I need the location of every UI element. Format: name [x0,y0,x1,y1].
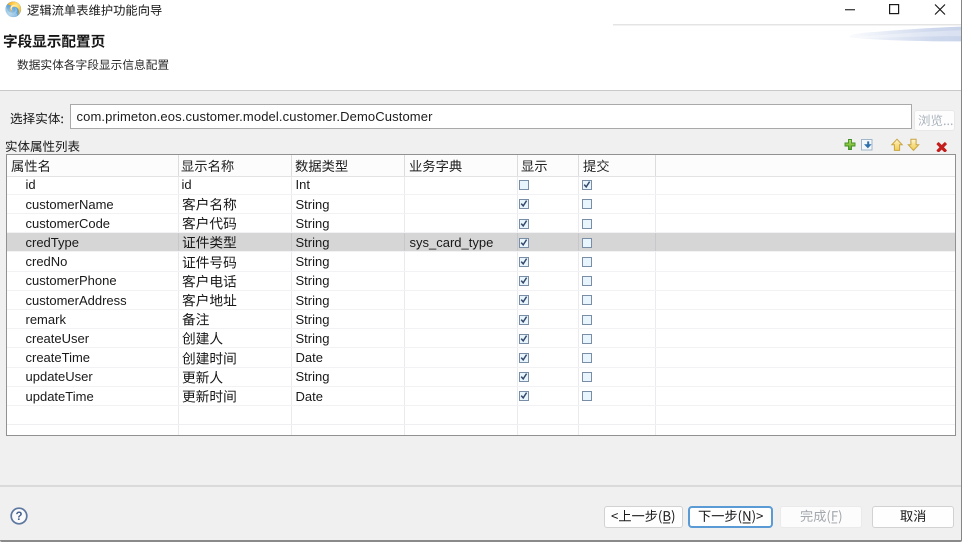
svg-text:?: ? [15,511,22,523]
